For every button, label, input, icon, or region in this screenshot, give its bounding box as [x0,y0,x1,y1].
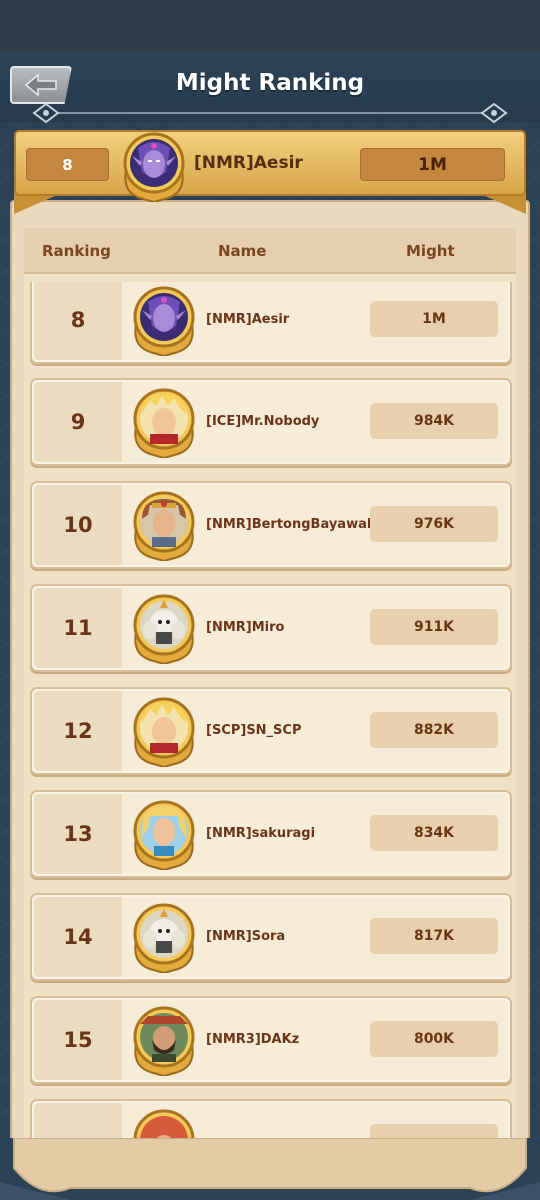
row-rank: 15 [34,1000,122,1080]
bearded-ranger-avatar[interactable] [128,1004,200,1078]
ranking-list[interactable]: 8 [NMR]Aesir 1M 9 [ICE]Mr.Nobody 984K 10… [24,282,516,1138]
self-might-value: 1M [360,148,505,181]
row-player-name: [NMR]BertongBayawak [206,517,376,532]
ranking-row[interactable]: 9 [ICE]Mr.Nobody 984K [30,378,512,466]
row-might: 984K [370,403,498,439]
row-rank: 9 [34,382,122,462]
row-might: 976K [370,506,498,542]
row-might [370,1124,498,1138]
self-avatar [118,130,190,204]
row-might: 800K [370,1021,498,1057]
row-rank: 13 [34,794,122,874]
row-player-name: [NMR]sakuragi [206,826,316,841]
ranking-row[interactable]: 11 [NMR]Miro 911K [30,584,512,672]
red-hat-avatar[interactable] [128,1107,200,1138]
white-knight-avatar[interactable] [128,592,200,666]
title-ornament [32,102,508,124]
row-might: 817K [370,918,498,954]
status-bar [0,0,540,52]
ranking-row[interactable]: 12 [SCP]SN_SCP 882K [30,687,512,775]
row-player-name: [NMR]Sora [206,929,286,944]
elf-sorceress-avatar[interactable] [128,284,200,358]
row-rank: 12 [34,691,122,771]
row-rank: 14 [34,897,122,977]
ranking-row[interactable] [30,1099,512,1138]
row-might: 834K [370,815,498,851]
column-header: Ranking Name Might [24,228,516,274]
row-player-name: [NMR]Aesir [206,312,290,327]
ranking-row[interactable]: 14 [NMR]Sora 817K [30,893,512,981]
row-might: 911K [370,609,498,645]
ranking-row[interactable]: 10 [NMR]BertongBayawak 976K [30,481,512,569]
blond-hero-avatar[interactable] [128,386,200,460]
column-name: Name [218,242,267,260]
long-hair-hero-avatar[interactable] [128,798,200,872]
warrior-king-avatar[interactable] [128,489,200,563]
row-player-name: [ICE]Mr.Nobody [206,414,320,429]
scroll-bottom-curl [0,1138,540,1200]
blond-hero-avatar[interactable] [128,695,200,769]
row-might: 882K [370,712,498,748]
row-rank [34,1103,122,1138]
column-might: Might [406,242,455,260]
row-might: 1M [370,301,498,337]
ranking-row[interactable]: 13 [NMR]sakuragi 834K [30,790,512,878]
row-player-name: [NMR3]DAKz [206,1032,300,1047]
self-rank-value: 8 [26,148,109,181]
row-rank: 8 [34,282,122,360]
row-player-name: [NMR]Miro [206,620,285,635]
column-ranking: Ranking [42,242,111,260]
ranking-row[interactable]: 8 [NMR]Aesir 1M [30,282,512,364]
ranking-row[interactable]: 15 [NMR3]DAKz 800K [30,996,512,1084]
page-title: Might Ranking [175,70,365,96]
white-knight-avatar[interactable] [128,901,200,975]
row-player-name: [SCP]SN_SCP [206,723,302,738]
row-rank: 10 [34,485,122,565]
row-rank: 11 [34,588,122,668]
self-player-name: [NMR]Aesir [194,153,303,173]
